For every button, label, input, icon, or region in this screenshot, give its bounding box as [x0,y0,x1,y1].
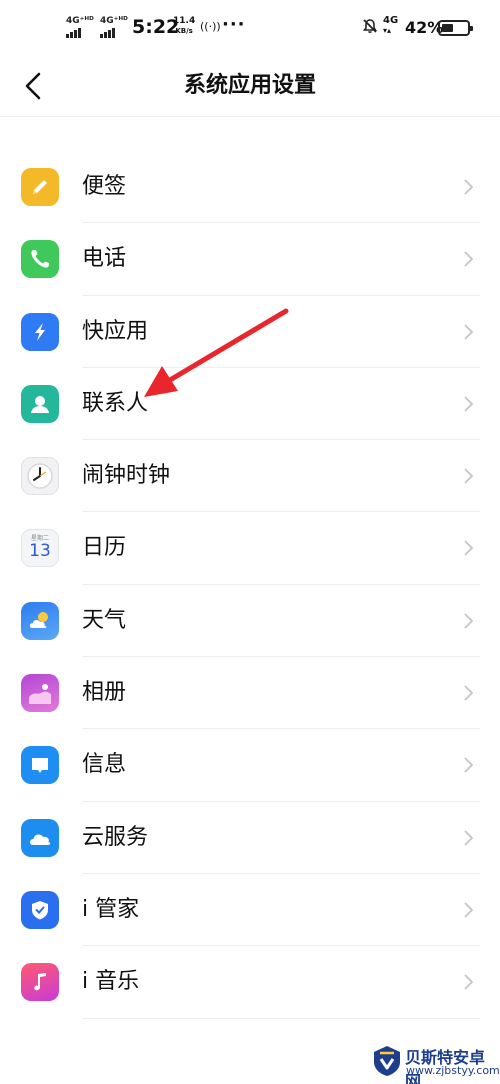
sim1-label: 4G⁺ᴴᴰ [66,16,94,26]
watermark-url: www.zjbstyy.com [406,1064,500,1077]
sim2-label: 4G⁺ᴴᴰ [100,16,128,26]
list-item-messages[interactable]: 信息 [0,729,500,802]
list-item-label: i 音乐 [82,969,140,995]
list-item-label: 便签 [82,174,127,199]
more-notifications-icon: ··· [222,14,246,35]
page-title: 系统应用设置 [183,73,316,98]
app-settings-list: 便签 电话 快应用 联系人 闹钟时钟 星期二 13 日历 天气 相册 信息 云服… [0,151,500,1019]
separator [82,1017,480,1019]
chevron-right-icon [464,613,474,629]
list-item-quick-app[interactable]: 快应用 [0,296,500,368]
chevron-right-icon [464,685,474,701]
shield-icon [21,890,59,929]
list-item-cloud-service[interactable]: 云服务 [0,802,500,874]
list-item-label: 天气 [82,607,127,633]
chevron-right-icon [464,830,474,846]
watermark: 贝斯特安卓网 www.zjbstyy.com [372,1042,500,1084]
list-item-label: 相册 [82,680,127,706]
chevron-right-icon [464,323,474,340]
list-item-note[interactable]: 便签 [0,151,500,224]
chevron-right-icon [464,540,474,557]
calendar-icon: 星期二 13 [21,529,59,568]
calendar-day: 13 [29,541,51,562]
list-item-label: 快应用 [82,318,149,344]
chevron-right-icon [464,251,474,267]
list-item-phone[interactable]: 电话 [0,223,500,296]
list-item-calendar[interactable]: 星期二 13 日历 [0,512,500,585]
chevron-right-icon [464,902,474,918]
list-item-label: 信息 [82,752,127,778]
sim2-signal: 4G⁺ᴴᴰ [100,17,128,38]
header-divider [0,116,500,150]
list-item-label: 闹钟时钟 [82,463,171,489]
quick-app-icon [21,312,59,351]
weather-icon [21,601,59,640]
list-item-gallery[interactable]: 相册 [0,657,500,730]
network-speed: 11.4 KB/s [173,16,195,36]
list-item-i-manager[interactable]: i 管家 [0,874,500,947]
cloud-icon [21,818,59,857]
chevron-right-icon [464,974,474,990]
list-item-label: 日历 [82,535,127,561]
list-item-i-music[interactable]: i 音乐 [0,946,500,1019]
list-item-contacts[interactable]: 联系人 [0,368,500,441]
watermark-logo-icon [374,1046,400,1076]
list-item-clock[interactable]: 闹钟时钟 [0,440,500,513]
app-header: 系统应用设置 [0,56,500,116]
network-type: 4G ▾▴ [383,15,399,36]
list-item-label: 联系人 [82,390,149,416]
gallery-icon [21,674,59,713]
status-bar: 4G⁺ᴴᴰ 4G⁺ᴴᴰ 5:22 11.4 KB/s ((·)) ··· 4G ▾… [0,0,500,56]
chevron-right-icon [464,396,474,412]
note-icon [21,168,59,206]
chevron-right-icon [464,468,474,484]
list-item-label: 电话 [82,246,127,272]
network-label: 4G [383,15,399,26]
phone-icon [21,240,59,279]
list-item-label: i 管家 [82,896,140,922]
mute-bell-icon [362,19,378,33]
chevron-right-icon [464,757,474,774]
list-item-label: 云服务 [82,824,149,850]
chevron-right-icon [464,179,474,195]
speed-unit: KB/s [175,27,193,35]
battery-icon [438,20,473,36]
contacts-icon [21,384,59,423]
speed-value: 11.4 [173,16,196,26]
sim1-signal: 4G⁺ᴴᴰ [66,17,94,38]
list-item-weather[interactable]: 天气 [0,585,500,658]
hotspot-icon: ((·)) [200,20,221,33]
messages-icon [21,746,59,785]
music-icon [21,963,59,1002]
clock-icon [21,457,59,496]
